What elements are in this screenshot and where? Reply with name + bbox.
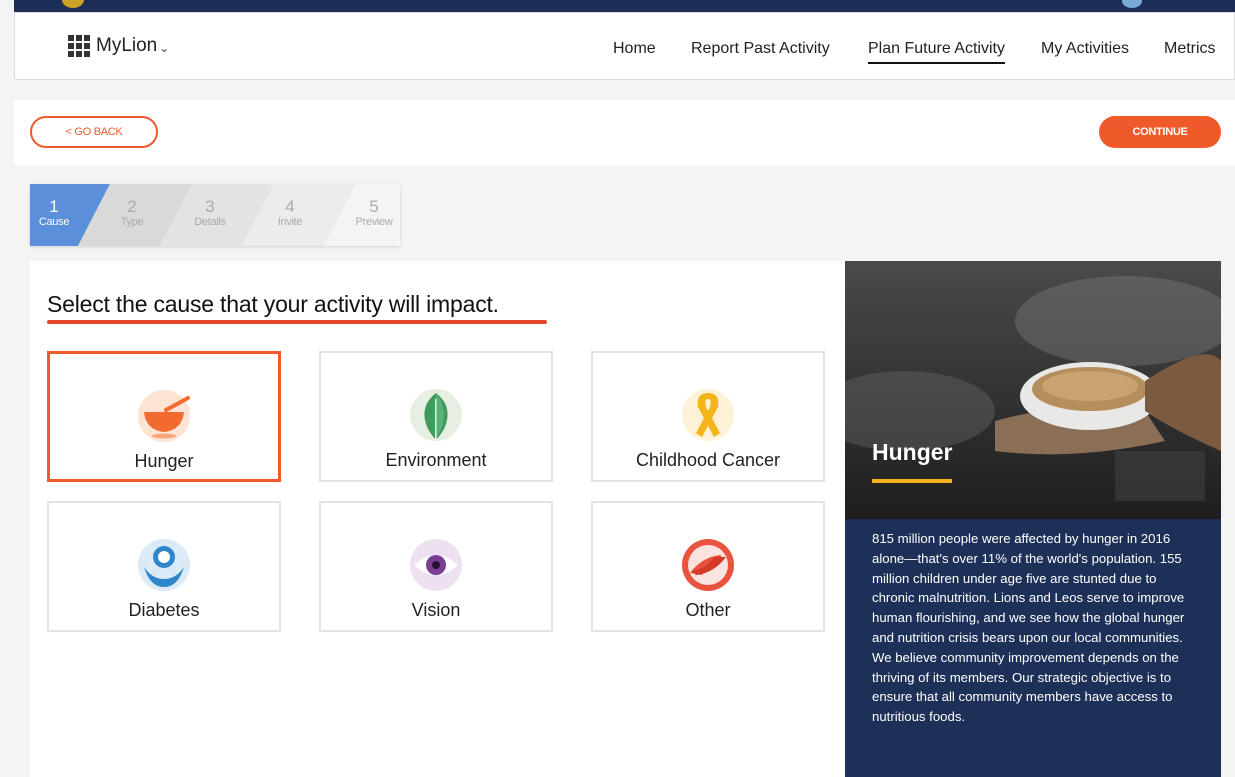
cause-card-childhood-cancer[interactable]: Childhood Cancer — [591, 351, 825, 482]
helping-hands-icon — [682, 539, 734, 591]
cause-label: Diabetes — [128, 600, 200, 620]
cause-description: 815 million people were affected by hung… — [845, 519, 1221, 777]
nav-my-activities[interactable]: My Activities — [1041, 40, 1129, 58]
step-label: Cause — [38, 216, 70, 228]
step-label: Preview — [355, 216, 393, 228]
step-label: Invite — [277, 216, 303, 228]
progress-stepper: 1 Cause 2 Type 3 Details 4 Invite 5 Prev… — [30, 184, 400, 246]
hunger-bowl-icon — [138, 390, 190, 442]
step-preview[interactable]: 5 Preview — [348, 184, 400, 246]
step-cause[interactable]: 1 Cause — [30, 184, 78, 246]
cause-card-diabetes[interactable]: Diabetes — [47, 501, 281, 632]
cause-label: Vision — [411, 600, 461, 620]
nav-home[interactable]: Home — [613, 40, 656, 58]
action-bar: < GO BACK CONTINUE — [14, 100, 1235, 165]
cause-label: Other — [685, 600, 731, 620]
step-number: 3 — [205, 197, 215, 216]
nav-bar: MyLion ⌄ Home Report Past Activity Plan … — [14, 12, 1235, 80]
cause-label: Childhood Cancer — [635, 450, 781, 470]
lions-logo-icon — [62, 0, 84, 8]
cause-card-other[interactable]: Other — [591, 501, 825, 632]
step-details[interactable]: 3 Details — [186, 184, 234, 246]
eye-icon — [410, 539, 462, 591]
nav-plan-future-activity[interactable]: Plan Future Activity — [868, 40, 1005, 64]
nav-links: Home Report Past Activity Plan Future Ac… — [15, 40, 1234, 70]
diabetes-icon — [138, 539, 190, 591]
page-title: Select the cause that your activity will… — [47, 291, 499, 317]
step-number: 1 — [49, 197, 59, 216]
step-number: 2 — [127, 197, 137, 216]
cause-label: Environment — [385, 450, 487, 470]
hunger-photo: Hunger — [845, 261, 1221, 519]
top-banner — [14, 0, 1235, 12]
continue-button[interactable]: CONTINUE — [1099, 116, 1221, 148]
step-number: 4 — [285, 197, 295, 216]
cause-label: Hunger — [134, 451, 194, 471]
title-underline — [47, 320, 547, 324]
cause-info-panel: Hunger 815 million people were affected … — [845, 261, 1221, 777]
ribbon-icon — [682, 389, 734, 441]
go-back-button[interactable]: < GO BACK — [30, 116, 158, 148]
step-label: Details — [194, 216, 226, 228]
cause-card-environment[interactable]: Environment — [319, 351, 553, 482]
cause-title: Hunger — [872, 439, 953, 465]
title-accent-bar — [872, 479, 952, 483]
leaf-icon — [410, 389, 462, 441]
step-number: 5 — [369, 197, 379, 216]
cause-card-hunger[interactable]: Hunger — [47, 351, 281, 482]
nav-metrics[interactable]: Metrics — [1164, 40, 1216, 58]
user-avatar-icon[interactable] — [1122, 0, 1142, 8]
cause-card-vision[interactable]: Vision — [319, 501, 553, 632]
step-invite[interactable]: 4 Invite — [270, 184, 310, 246]
step-label: Type — [120, 216, 144, 228]
cause-selection-panel: Select the cause that your activity will… — [30, 261, 845, 777]
nav-report-past-activity[interactable]: Report Past Activity — [691, 40, 830, 58]
step-type[interactable]: 2 Type — [112, 184, 152, 246]
